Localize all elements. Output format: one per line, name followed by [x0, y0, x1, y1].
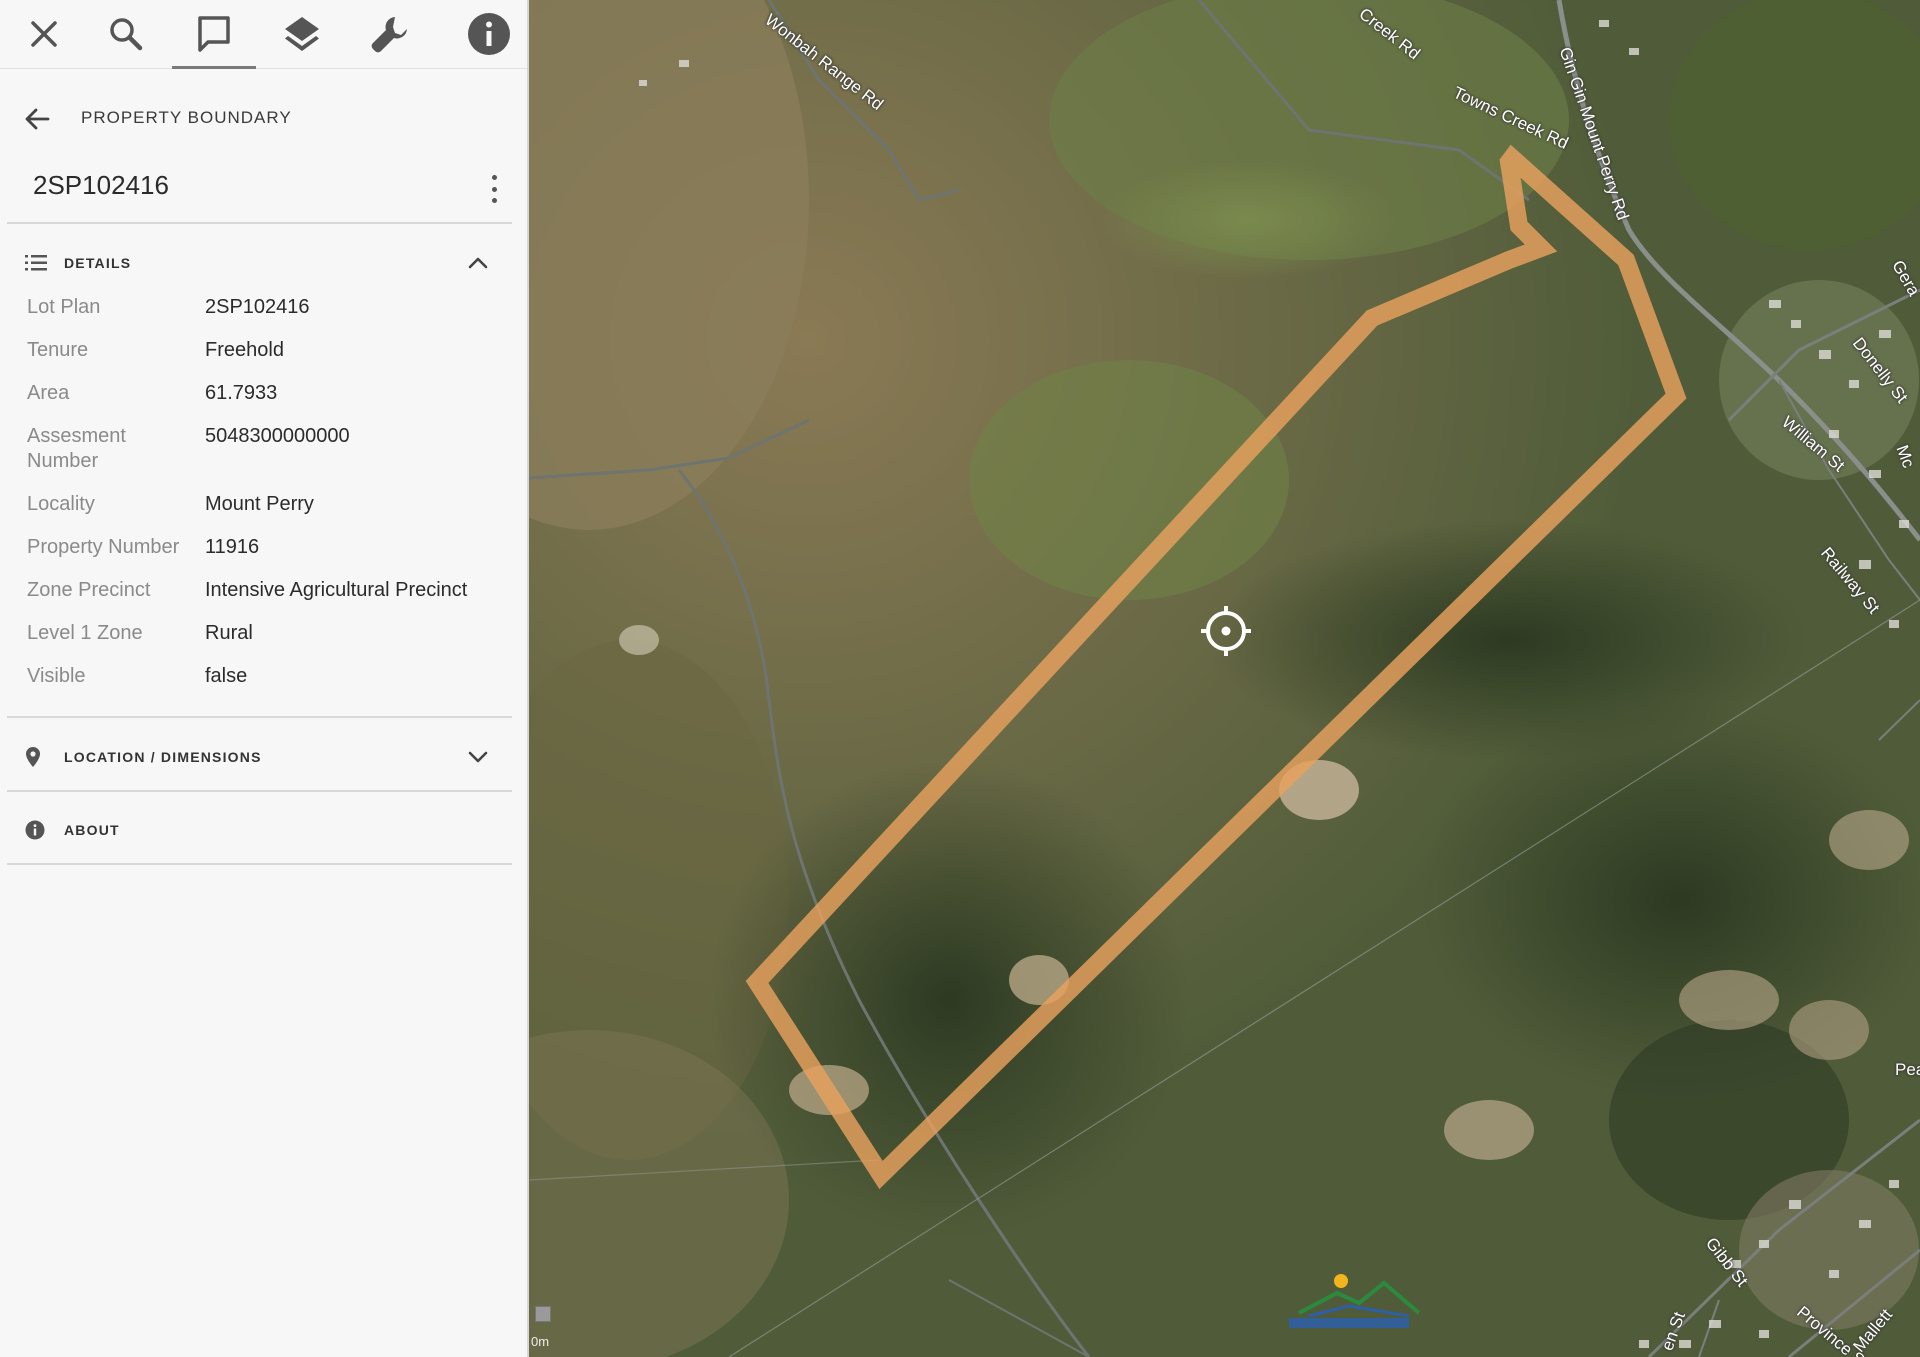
chevron-down-icon — [468, 751, 488, 763]
more-menu-button[interactable] — [486, 175, 502, 203]
kebab-dot — [491, 186, 497, 192]
info-icon — [25, 820, 45, 840]
layers-icon — [285, 17, 319, 51]
arrow-back-icon — [25, 108, 50, 130]
detail-value: 2SP102416 — [205, 296, 310, 318]
detail-value: false — [205, 665, 248, 687]
details-table: Lot Plan 2SP102416 Tenure Freehold Area … — [27, 291, 507, 703]
detail-row: Tenure Freehold — [27, 334, 507, 377]
about-panel-label: ABOUT — [64, 822, 120, 838]
search-icon — [110, 18, 143, 51]
detail-row: Assesment Number 5048300000000 — [27, 420, 507, 488]
map-view[interactable]: Wonbah Range Rd Creek Rd Towns Creek Rd … — [529, 0, 1920, 1357]
crosshair-icon — [1201, 606, 1251, 656]
detail-value: Mount Perry — [205, 493, 314, 515]
location-panel-label: LOCATION / DIMENSIONS — [64, 749, 262, 765]
layers-button[interactable] — [258, 0, 346, 68]
detail-value: 11916 — [205, 536, 260, 558]
council-logo — [1289, 1274, 1421, 1328]
toolbar — [0, 0, 527, 69]
detail-row: Area 61.7933 — [27, 377, 507, 420]
divider — [7, 222, 512, 224]
detail-row: Visible false — [27, 660, 507, 703]
map-pin-icon — [26, 747, 40, 767]
feature-info-tab[interactable] — [170, 0, 258, 69]
divider — [7, 863, 512, 865]
detail-label: Level 1 Zone — [27, 622, 143, 644]
road-label: Pea — [1895, 1060, 1920, 1079]
wrench-icon — [371, 17, 407, 53]
detail-value: Intensive Agricultural Precinct — [205, 579, 468, 601]
about-panel-header[interactable]: ABOUT — [7, 795, 512, 865]
detail-row: Level 1 Zone Rural — [27, 617, 507, 660]
detail-value: 61.7933 — [205, 382, 278, 404]
detail-value: 5048300000000 — [205, 425, 350, 447]
feature-title: 2SP102416 — [33, 170, 169, 200]
satellite-imagery — [529, 0, 1920, 1357]
back-button[interactable] — [22, 104, 52, 139]
close-button[interactable] — [0, 0, 88, 68]
scale-toggle[interactable] — [535, 1306, 551, 1322]
detail-label: Assesment Number — [27, 425, 126, 472]
scale-label: 0m — [531, 1334, 550, 1349]
close-icon — [31, 21, 57, 47]
search-button[interactable] — [82, 0, 170, 68]
info-icon — [468, 13, 510, 55]
section-caption: PROPERTY BOUNDARY — [81, 108, 292, 127]
detail-row: Locality Mount Perry — [27, 488, 507, 531]
kebab-dot — [491, 175, 497, 180]
about-button[interactable] — [445, 0, 533, 68]
location-panel-header[interactable]: LOCATION / DIMENSIONS — [7, 722, 512, 792]
divider — [7, 790, 512, 792]
chevron-up-icon — [468, 257, 488, 269]
detail-label: Tenure — [27, 339, 89, 361]
detail-label: Property Number — [27, 536, 180, 558]
comment-icon — [198, 16, 230, 52]
details-panel-label: DETAILS — [64, 255, 132, 271]
details-panel-header[interactable]: DETAILS — [7, 228, 512, 298]
detail-label: Locality — [27, 493, 95, 515]
detail-value: Freehold — [205, 339, 284, 361]
detail-label: Visible — [27, 665, 86, 687]
list-icon — [25, 255, 47, 271]
detail-label: Area — [27, 382, 70, 404]
detail-row: Property Number 11916 — [27, 531, 507, 574]
detail-value: Rural — [205, 622, 253, 644]
divider — [7, 716, 512, 718]
detail-label: Zone Precinct — [27, 579, 151, 601]
detail-label: Lot Plan — [27, 296, 101, 318]
tools-button[interactable] — [346, 0, 434, 68]
sidebar-panel: PROPERTY BOUNDARY 2SP102416 DETAILS Lot … — [0, 0, 529, 1357]
detail-row: Lot Plan 2SP102416 — [27, 291, 507, 334]
kebab-dot — [491, 198, 497, 203]
detail-row: Zone Precinct Intensive Agricultural Pre… — [27, 574, 507, 617]
